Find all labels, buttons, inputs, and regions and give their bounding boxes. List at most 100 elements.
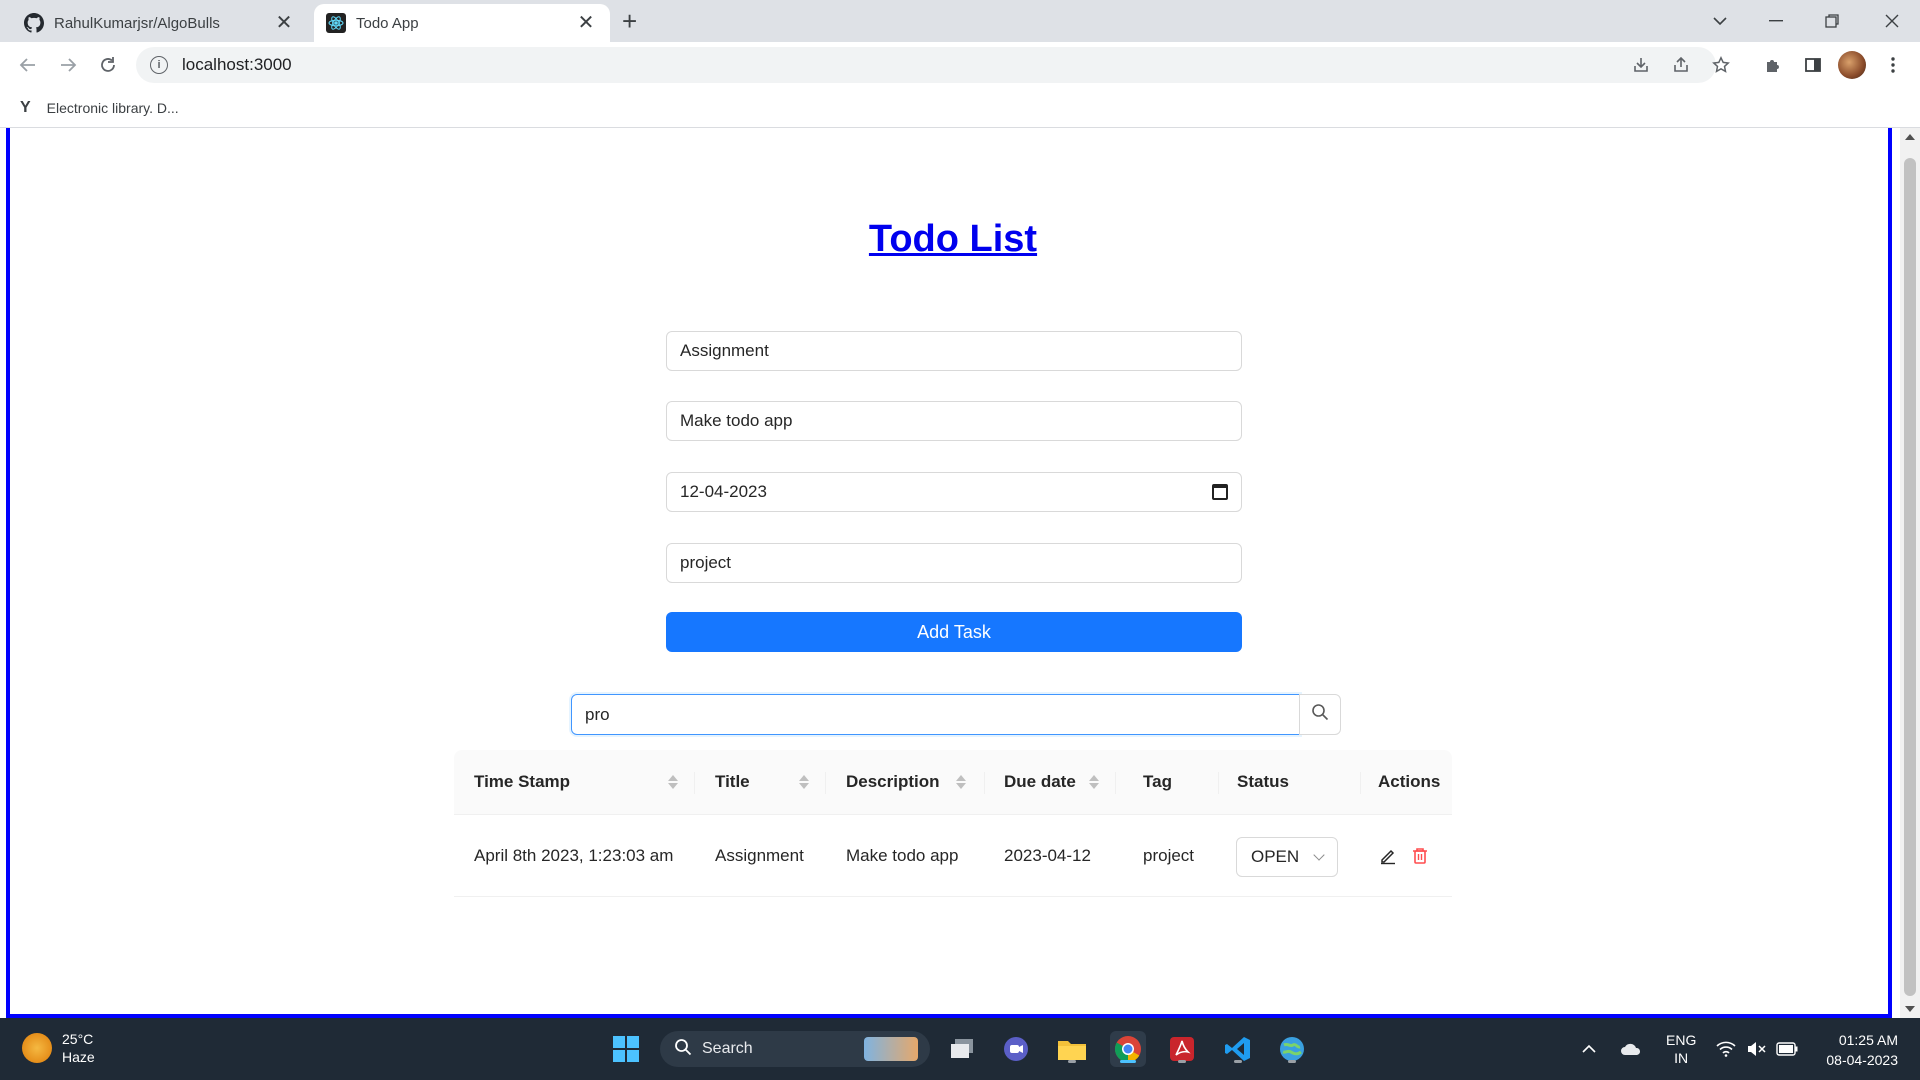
running-indicator [1288, 1060, 1296, 1063]
address-bar[interactable]: i localhost:3000 [136, 47, 1716, 83]
taskbar-search[interactable]: Search [660, 1031, 930, 1067]
column-header-actions: Actions [1378, 772, 1441, 791]
delete-icon[interactable] [1410, 845, 1430, 867]
site-info-icon[interactable]: i [150, 56, 168, 74]
table-header: Time Stamp Title Description Due date Ta… [454, 750, 1452, 815]
table-row: April 8th 2023, 1:23:03 am Assignment Ma… [454, 815, 1452, 897]
teams-chat-icon[interactable] [998, 1031, 1034, 1067]
globe-app-icon[interactable] [1274, 1031, 1310, 1067]
search-button[interactable] [1299, 694, 1341, 735]
task-view-icon[interactable] [944, 1031, 980, 1067]
column-header-timestamp[interactable]: Time Stamp [474, 750, 570, 814]
minimize-icon[interactable] [1754, 0, 1798, 42]
column-divider [825, 772, 826, 794]
search-input[interactable]: pro [571, 694, 1300, 735]
windows-start-icon[interactable] [608, 1031, 644, 1067]
battery-icon[interactable] [1776, 1018, 1798, 1080]
forward-icon[interactable] [52, 50, 84, 80]
wifi-icon[interactable] [1716, 1018, 1736, 1080]
status-select[interactable]: OPEN [1236, 837, 1338, 877]
task-table: Time Stamp Title Description Due date Ta… [454, 750, 1452, 897]
show-hidden-icons-icon[interactable] [1582, 1018, 1596, 1080]
tab-search-chevron-icon[interactable] [1698, 0, 1742, 42]
running-indicator [1178, 1060, 1186, 1063]
search-icon [1311, 703, 1329, 726]
weather-desc: Haze [62, 1049, 95, 1065]
weather-widget[interactable]: 25°C Haze [22, 1030, 95, 1066]
task-description-input[interactable]: Make todo app [666, 401, 1242, 441]
task-title-value: Assignment [680, 341, 769, 360]
tab-title: RahulKumarjsr/AlgoBulls [54, 14, 220, 32]
scroll-down-icon[interactable] [1905, 1006, 1915, 1012]
reload-icon[interactable] [92, 50, 124, 80]
weather-temp: 25°C [62, 1031, 94, 1047]
profile-avatar[interactable] [1838, 51, 1866, 79]
sort-timestamp-icon[interactable] [668, 750, 678, 814]
language-indicator[interactable]: ENG IN [1666, 1018, 1696, 1080]
os-taskbar: 25°C Haze Search ENG IN 01:25 AM 08-04-2… [0, 1018, 1920, 1080]
side-panel-icon[interactable] [1798, 50, 1828, 80]
scrollbar-thumb[interactable] [1904, 158, 1916, 996]
search-icon [674, 1038, 692, 1061]
extensions-icon[interactable] [1758, 50, 1788, 80]
tab-title: Todo App [356, 14, 419, 32]
bookmark-item[interactable]: Electronic library. D... [47, 100, 179, 116]
close-window-icon[interactable] [1870, 0, 1914, 42]
chrome-icon[interactable] [1110, 1031, 1146, 1067]
browser-toolbar: i localhost:3000 [0, 42, 1920, 88]
tab-todo-app[interactable]: Todo App ✕ [314, 4, 610, 42]
edit-icon[interactable] [1378, 845, 1398, 867]
column-header-title[interactable]: Title [715, 750, 750, 814]
back-icon[interactable] [12, 50, 44, 80]
add-task-button[interactable]: Add Task [666, 612, 1242, 652]
column-divider [984, 772, 985, 794]
running-indicator [1120, 1060, 1136, 1063]
acrobat-icon[interactable] [1164, 1031, 1200, 1067]
volume-muted-icon[interactable] [1746, 1018, 1766, 1080]
new-tab-button[interactable]: + [622, 8, 637, 34]
more-menu-icon[interactable] [1878, 50, 1908, 80]
sort-title-icon[interactable] [799, 750, 809, 814]
restore-icon[interactable] [1810, 0, 1854, 42]
weather-haze-icon [22, 1033, 52, 1063]
running-indicator [1234, 1060, 1242, 1063]
bookmarks-bar: Y Electronic library. D... [0, 88, 1920, 128]
column-header-description[interactable]: Description [846, 750, 940, 814]
onedrive-cloud-icon[interactable] [1620, 1018, 1642, 1080]
sort-description-icon[interactable] [956, 750, 966, 814]
share-icon[interactable] [1666, 50, 1696, 80]
language-bottom: IN [1674, 1050, 1689, 1066]
tag-input[interactable]: project [666, 543, 1242, 583]
page-viewport: Todo List Assignment Make todo app 12-04… [0, 128, 1920, 1080]
install-app-icon[interactable] [1626, 50, 1656, 80]
tab-github[interactable]: RahulKumarjsr/AlgoBulls ✕ [12, 4, 308, 42]
vscode-icon[interactable] [1220, 1031, 1256, 1067]
system-clock[interactable]: 01:25 AM 08-04-2023 [1826, 1030, 1898, 1070]
page-scrollbar[interactable] [1900, 128, 1920, 1018]
cell-timestamp: April 8th 2023, 1:23:03 am [474, 845, 674, 865]
due-date-input[interactable]: 12-04-2023 [666, 472, 1242, 512]
chevron-down-icon [1313, 849, 1325, 861]
sort-due-date-icon[interactable] [1089, 750, 1099, 814]
task-search: pro [571, 694, 1341, 735]
scroll-up-icon[interactable] [1905, 134, 1915, 140]
task-title-input[interactable]: Assignment [666, 331, 1242, 371]
column-divider [1218, 772, 1219, 794]
react-icon [326, 13, 346, 33]
bookmark-star-icon[interactable] [1706, 50, 1736, 80]
file-explorer-icon[interactable] [1054, 1031, 1090, 1067]
github-icon [24, 13, 44, 33]
app-container: Todo List Assignment Make todo app 12-04… [6, 128, 1892, 1080]
cell-due-date: 2023-04-12 [1004, 845, 1091, 865]
column-header-due-date[interactable]: Due date [1004, 750, 1076, 814]
cell-tag: project [1143, 845, 1195, 865]
column-header-status: Status [1237, 772, 1289, 791]
close-tab-icon[interactable]: ✕ [574, 13, 598, 33]
search-value: pro [585, 704, 610, 724]
column-divider [1360, 772, 1361, 794]
due-date-value: 12-04-2023 [680, 482, 767, 501]
language-top: ENG [1666, 1032, 1697, 1048]
page-title[interactable]: Todo List [10, 218, 1896, 261]
close-tab-icon[interactable]: ✕ [272, 13, 296, 33]
calendar-icon[interactable] [1212, 484, 1228, 500]
